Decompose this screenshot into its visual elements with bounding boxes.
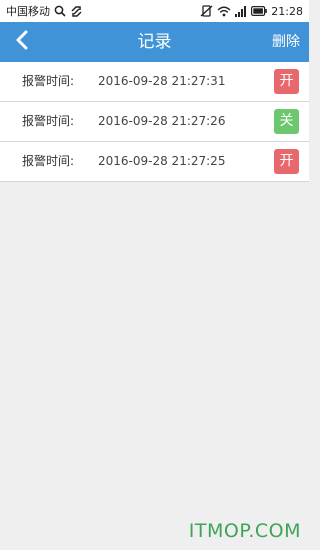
battery-icon bbox=[251, 6, 268, 16]
search-icon bbox=[54, 5, 66, 17]
title-bar: 记录 删除 bbox=[0, 22, 309, 62]
alarm-time-label: 报警时间: bbox=[22, 114, 75, 128]
alarm-time-label: 报警时间: bbox=[22, 74, 75, 88]
link-icon bbox=[70, 5, 83, 18]
status-right: 21:28 bbox=[200, 5, 303, 18]
vibrate-off-icon bbox=[200, 5, 213, 17]
signal-icon bbox=[235, 5, 247, 17]
back-button[interactable] bbox=[6, 26, 38, 58]
page-title: 记录 bbox=[137, 32, 172, 52]
delete-button[interactable]: 删除 bbox=[272, 22, 300, 62]
record-list: 报警时间: 2016-09-28 21:27:31 开 报警时间: 2016-0… bbox=[0, 62, 309, 182]
carrier-name: 中国移动 bbox=[6, 5, 50, 18]
state-badge-open[interactable]: 开 bbox=[274, 149, 299, 174]
status-bar: 中国移动 21:28 bbox=[0, 0, 309, 22]
wifi-icon bbox=[217, 6, 231, 17]
status-left: 中国移动 bbox=[6, 3, 83, 19]
watermark: ITMOP.COM bbox=[188, 520, 301, 542]
state-badge-open[interactable]: 开 bbox=[274, 69, 299, 94]
chevron-left-icon bbox=[15, 30, 29, 54]
status-time: 21:28 bbox=[271, 4, 303, 18]
record-row[interactable]: 报警时间: 2016-09-28 21:27:26 关 bbox=[0, 102, 309, 142]
alarm-time-label: 报警时间: bbox=[22, 154, 75, 168]
record-row[interactable]: 报警时间: 2016-09-28 21:27:31 开 bbox=[0, 62, 309, 102]
alarm-time-value: 2016-09-28 21:27:26 bbox=[98, 114, 226, 128]
alarm-time-value: 2016-09-28 21:27:31 bbox=[98, 74, 226, 88]
record-row[interactable]: 报警时间: 2016-09-28 21:27:25 开 bbox=[0, 142, 309, 182]
alarm-time-value: 2016-09-28 21:27:25 bbox=[98, 154, 226, 168]
state-badge-closed[interactable]: 关 bbox=[274, 109, 299, 134]
